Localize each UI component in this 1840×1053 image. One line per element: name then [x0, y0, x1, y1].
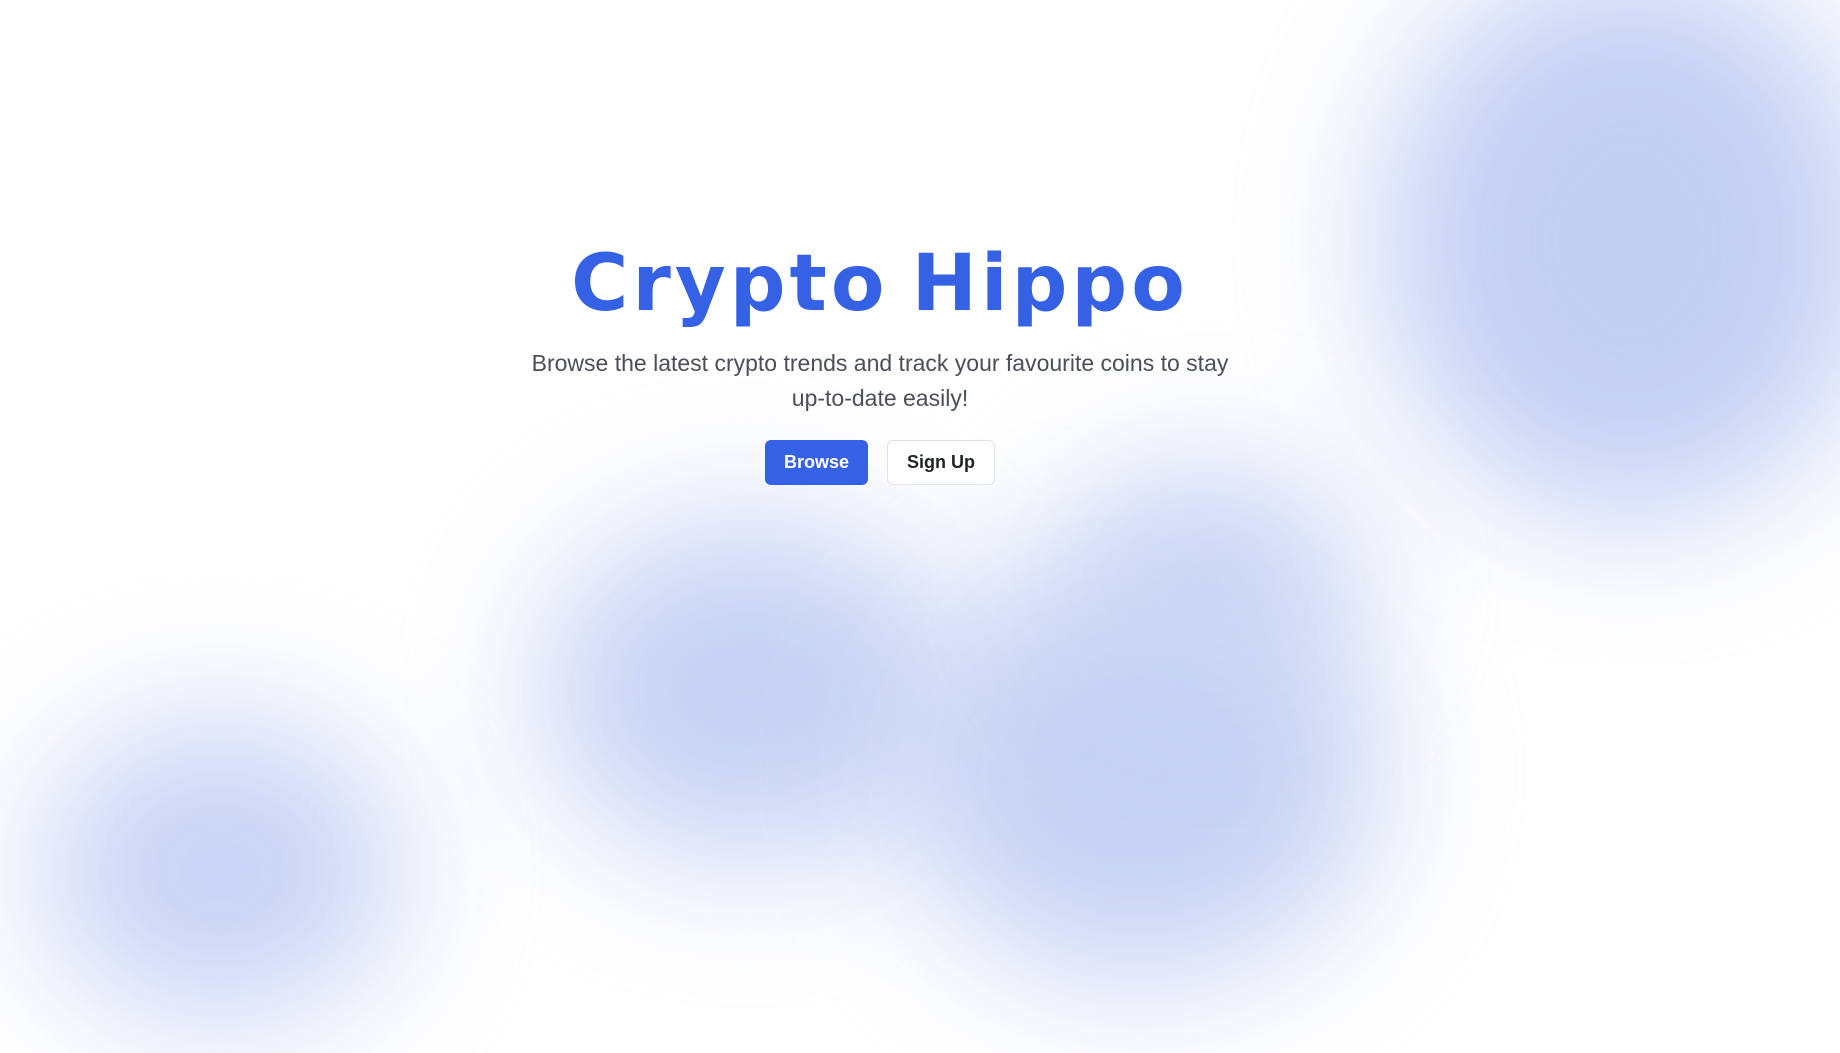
hero-section: Crypto Hippo Browse the latest crypto tr… [0, 240, 1760, 485]
sign-up-button[interactable]: Sign Up [887, 440, 995, 485]
hero-actions: Browse Sign Up [0, 440, 1760, 485]
hero-subtitle: Browse the latest crypto trends and trac… [531, 350, 1229, 411]
background-blob [1060, 470, 1360, 690]
background-blob [540, 520, 960, 860]
browse-button[interactable]: Browse [765, 440, 868, 485]
page-title: Crypto Hippo [571, 239, 1189, 329]
background-blob [40, 720, 400, 1020]
background-gradient [0, 0, 1840, 1053]
